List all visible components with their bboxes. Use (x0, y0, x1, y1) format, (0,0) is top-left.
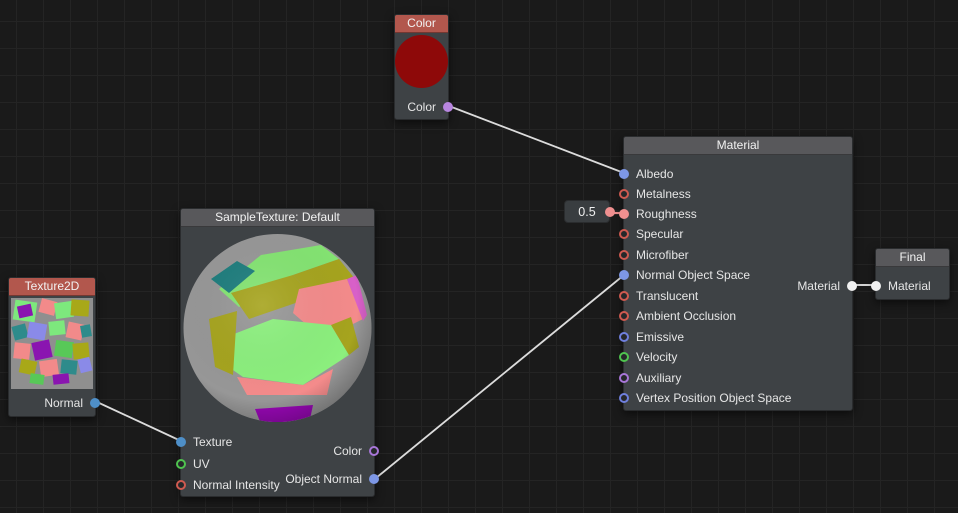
normal-map-thumbnail (11, 298, 93, 389)
material-input-row: Specular (619, 225, 683, 243)
ambient-occlusion-input-port[interactable] (619, 311, 629, 321)
sampletexture-node-title[interactable]: SampleTexture: Default (181, 209, 374, 227)
texture2d-node-title[interactable]: Texture2D (9, 278, 95, 296)
velocity-input-label: Velocity (636, 350, 677, 364)
vertex-position-object-space-input-port[interactable] (619, 393, 629, 403)
specular-input-label: Specular (636, 227, 683, 241)
roughness-value-box[interactable]: 0.5 (564, 200, 610, 223)
material-output-port[interactable] (847, 281, 857, 291)
auxiliary-input-port[interactable] (619, 373, 629, 383)
roughness-input-port[interactable] (619, 209, 629, 219)
color-output-row: Color (407, 98, 453, 116)
final-input-row: Material (871, 277, 931, 295)
material-input-row: Roughness (619, 205, 697, 223)
color-swatch[interactable] (395, 35, 448, 88)
normal-object-space-input-port[interactable] (619, 270, 629, 280)
color-output-label: Color (333, 444, 362, 458)
sampletexture-input-row: Normal Intensity (176, 476, 280, 494)
object-normal-output-port[interactable] (369, 474, 379, 484)
node-graph-canvas[interactable]: Color Color Texture2D (0, 0, 958, 513)
auxiliary-input-label: Auxiliary (636, 371, 681, 385)
metalness-input-port[interactable] (619, 189, 629, 199)
normal-intensity-input-label: Normal Intensity (193, 478, 280, 492)
wire-objectnormal-to-normalobjectspace[interactable] (376, 275, 624, 478)
color-node[interactable]: Color Color (394, 14, 449, 120)
uv-input-label: UV (193, 457, 210, 471)
color-output-label: Color (407, 100, 436, 114)
sampletexture-node[interactable]: SampleTexture: Default (180, 208, 375, 497)
final-node-title[interactable]: Final (876, 249, 949, 267)
albedo-input-port[interactable] (619, 169, 629, 179)
translucent-input-label: Translucent (636, 289, 698, 303)
texture2d-output-row: Normal (44, 394, 100, 412)
texture2d-output-label: Normal (44, 396, 83, 410)
color-output-port[interactable] (443, 102, 453, 112)
roughness-input-label: Roughness (636, 207, 697, 221)
material-input-row: Normal Object Space (619, 266, 750, 284)
emissive-input-port[interactable] (619, 332, 629, 342)
uv-input-port[interactable] (176, 459, 186, 469)
material-input-row: Auxiliary (619, 369, 681, 387)
texture-input-label: Texture (193, 435, 232, 449)
material-input-row: Translucent (619, 287, 698, 305)
texture2d-node[interactable]: Texture2D (8, 277, 96, 417)
material-input-row: Albedo (619, 165, 673, 183)
roughness-value: 0.5 (578, 205, 595, 219)
normal-object-space-input-label: Normal Object Space (636, 268, 750, 282)
microfiber-input-port[interactable] (619, 250, 629, 260)
translucent-input-port[interactable] (619, 291, 629, 301)
ambient-occlusion-input-label: Ambient Occlusion (636, 309, 736, 323)
sampletexture-input-row: Texture (176, 433, 232, 451)
metalness-input-label: Metalness (636, 187, 691, 201)
velocity-input-port[interactable] (619, 352, 629, 362)
material-input-row: Microfiber (619, 246, 689, 264)
normal-intensity-input-port[interactable] (176, 480, 186, 490)
material-output-label: Material (797, 279, 840, 293)
material-input-row: Ambient Occlusion (619, 307, 736, 325)
material-node[interactable]: Material Albedo Metalness Roughness Spec… (623, 136, 853, 411)
microfiber-input-label: Microfiber (636, 248, 689, 262)
albedo-input-label: Albedo (636, 167, 673, 181)
color-node-title[interactable]: Color (395, 15, 448, 33)
vertex-position-object-space-input-label: Vertex Position Object Space (636, 391, 791, 405)
material-input-row: Emissive (619, 328, 684, 346)
emissive-input-label: Emissive (636, 330, 684, 344)
object-normal-output-label: Object Normal (285, 472, 362, 486)
sampletexture-output-row: Object Normal (285, 470, 379, 488)
material-node-title[interactable]: Material (624, 137, 852, 155)
material-input-row: Metalness (619, 185, 691, 203)
material-input-row: Vertex Position Object Space (619, 389, 791, 407)
material-output-row: Material (797, 277, 857, 295)
texture2d-normal-port[interactable] (90, 398, 100, 408)
wire-color-to-albedo[interactable] (449, 106, 624, 173)
texture-input-port[interactable] (176, 437, 186, 447)
sampletexture-input-row: UV (176, 455, 210, 473)
final-material-input-port[interactable] (871, 281, 881, 291)
color-output-port[interactable] (369, 446, 379, 456)
material-input-row: Velocity (619, 348, 677, 366)
roughness-value-port[interactable] (605, 207, 615, 217)
specular-input-port[interactable] (619, 229, 629, 239)
sphere-preview (181, 227, 374, 425)
wire-normal-to-texture[interactable] (97, 402, 181, 441)
final-material-input-label: Material (888, 279, 931, 293)
sampletexture-output-row: Color (333, 442, 379, 460)
final-node[interactable]: Final Material (875, 248, 950, 300)
